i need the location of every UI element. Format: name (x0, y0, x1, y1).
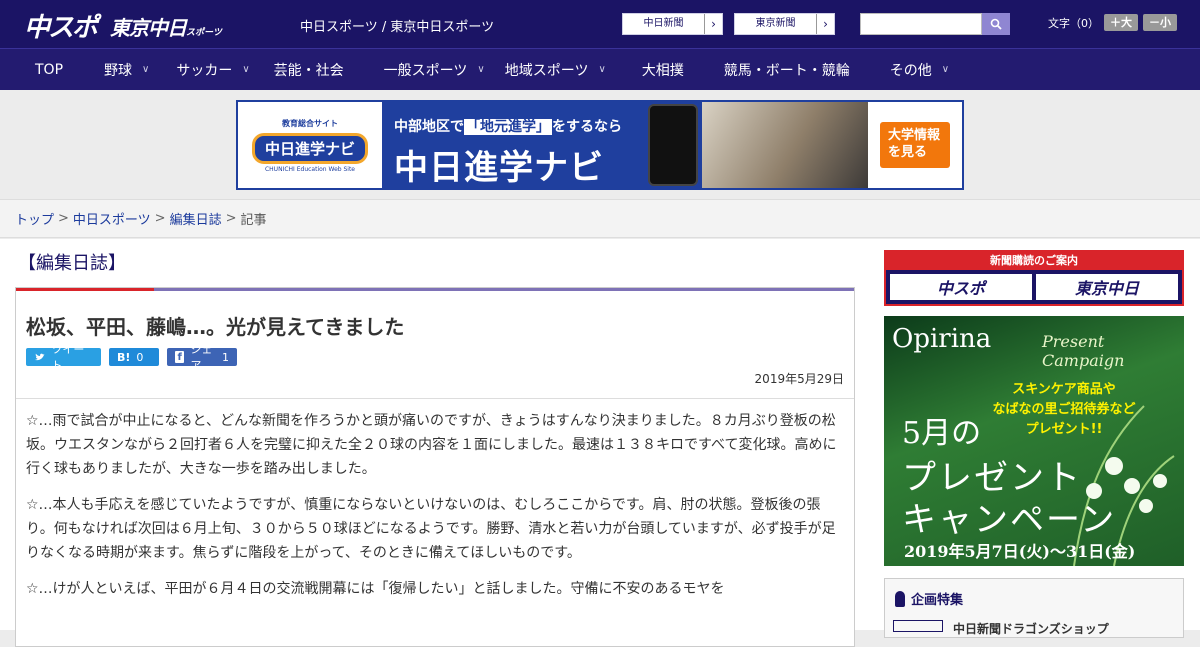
banner-copy: 中部地区で 「地元進学」 をするなら 中日進学ナビ (382, 102, 644, 188)
chevron-down-icon: ∨ (477, 64, 485, 75)
nav-item-baseball[interactable]: 野球 ∨ (104, 49, 149, 91)
tokyo-chunichi-subscribe-logo: 東京中日 (1036, 274, 1178, 300)
students-photo (702, 102, 868, 188)
subscription-header: 新聞購読のご案内 (886, 252, 1182, 270)
tweet-button[interactable]: ツイート (26, 343, 101, 372)
campaign-script: Present Campaign (1042, 332, 1125, 370)
header-bar: 中スポ 東京中日スポーツ 中日スポーツ / 東京中日スポーツ 中日新聞 › 東京… (0, 0, 1200, 48)
facebook-share-button[interactable]: f シェア 1 (167, 343, 237, 372)
chevron-down-icon: ∨ (242, 64, 250, 75)
breadcrumb-top[interactable]: トップ (15, 209, 54, 228)
banner-logo: 教育総合サイト 中日進学ナビ CHUNICHI Education Web Si… (238, 102, 382, 188)
article-date: 2019年5月29日 (754, 372, 844, 386)
campaign-month: 5月の (902, 416, 982, 451)
chevron-down-icon: ∨ (598, 64, 606, 75)
shingaku-navi-banner[interactable]: 教育総合サイト 中日進学ナビ CHUNICHI Education Web Si… (236, 100, 964, 190)
font-smaller-button[interactable]: －小 (1143, 14, 1177, 31)
tokyo-chunichi-logo[interactable]: 東京中日スポーツ (110, 12, 222, 41)
chevron-right-icon: › (704, 14, 722, 34)
breadcrumb: トップ > 中日スポーツ > 編集日誌 > 記事 (0, 200, 1200, 238)
article-rule (16, 288, 854, 291)
banner-area: 教育総合サイト 中日進学ナビ CHUNICHI Education Web Si… (0, 90, 1200, 200)
campaign-lines: スキンケア商品や なばなの里ご招待券など プレゼント!! (992, 382, 1136, 437)
facebook-icon: f (175, 351, 185, 363)
article-paragraph: ☆…けが人といえば、平田が６月４日の交流戦開幕には「復帰したい」と話しました。守… (26, 581, 725, 597)
chevron-right-icon: › (816, 14, 834, 34)
share-buttons: ツイート B! 0 f シェア 1 (26, 343, 854, 372)
article-title: 松坂、平田、藤嶋…。光が見えてきました (26, 315, 405, 339)
nav-item-general-sports[interactable]: 一般スポーツ ∨ (384, 49, 485, 91)
nav-item-other[interactable]: その他 ∨ (890, 49, 949, 91)
campaign-title-2: キャンペーン (902, 500, 1117, 540)
main-nav: TOP 野球 ∨ サッカー ∨ 芸能・社会 一般スポーツ ∨ 地域スポーツ ∨ 大相撲 … (0, 48, 1200, 90)
font-size-control: 文字（0） ＋大 －小 (1048, 14, 1177, 31)
site-logo[interactable]: 中スポ (24, 7, 98, 44)
banner-cta: 大学情報を見る (868, 102, 962, 188)
nav-item-top[interactable]: TOP (35, 49, 63, 91)
nav-item-entertainment[interactable]: 芸能・社会 (274, 49, 344, 91)
search-icon (990, 18, 1002, 30)
feature-item[interactable]: 中日新聞ドラゴンズショップ (893, 620, 1183, 637)
category-heading: 【編集日誌】 (18, 253, 126, 274)
opirina-campaign-ad[interactable]: Opirina Present Campaign スキンケア商品や なばなの里ご… (884, 316, 1184, 566)
article-paragraph: ☆…雨で試合が中止になると、どんな新聞を作ろうかと頭が痛いのですが、きょうはすん… (26, 413, 837, 477)
ribbon-icon (895, 590, 905, 607)
font-larger-button[interactable]: ＋大 (1104, 14, 1138, 31)
feature-thumbnail (893, 620, 943, 632)
tokyo-shimbun-link[interactable]: 東京新聞 › (734, 13, 835, 35)
search-button[interactable] (982, 13, 1010, 35)
feature-title: 企画特集 (911, 593, 964, 608)
nav-item-soccer[interactable]: サッカー ∨ (176, 49, 249, 91)
chevron-down-icon: ∨ (142, 64, 150, 75)
breadcrumb-editorial-diary[interactable]: 編集日誌 (170, 209, 222, 228)
breadcrumb-chunichi-sports[interactable]: 中日スポーツ (73, 209, 151, 228)
nav-item-racing[interactable]: 競馬・ボート・競輪 (724, 49, 850, 91)
link-label: 東京新聞 (755, 18, 796, 29)
hatena-b-icon: B! (117, 350, 131, 364)
chunichi-shimbun-link[interactable]: 中日新聞 › (622, 13, 723, 35)
link-label: 中日新聞 (643, 18, 684, 29)
breadcrumb-current: 記事 (240, 213, 267, 228)
smartphone-image (644, 102, 702, 188)
banner-title: 中日進学ナビ (394, 148, 604, 188)
opirina-brand: Opirina (892, 324, 992, 354)
chuspo-subscribe-logo: 中スポ (890, 274, 1032, 300)
article-body: ☆…雨で試合が中止になると、どんな新聞を作ろうかと頭が痛いのですが、きょうはすん… (16, 398, 854, 613)
subscription-banner[interactable]: 新聞購読のご案内 中スポ 東京中日 (884, 250, 1184, 306)
search-box (860, 13, 1010, 35)
sidebar: 新聞購読のご案内 中スポ 東京中日 Opirina Present Campai… (884, 250, 1184, 638)
search-input[interactable] (860, 13, 982, 35)
chevron-down-icon: ∨ (941, 64, 950, 75)
nav-item-sumo[interactable]: 大相撲 (642, 49, 684, 91)
font-size-label: 文字（0） (1048, 16, 1099, 30)
twitter-bird-icon (34, 353, 45, 361)
nav-item-local-sports[interactable]: 地域スポーツ ∨ (505, 49, 606, 91)
feature-box: 企画特集 中日新聞ドラゴンズショップ (884, 578, 1184, 638)
article: 松坂、平田、藤嶋…。光が見えてきました ツイート B! 0 f シェア 1 20… (15, 287, 855, 647)
hatena-bookmark-button[interactable]: B! 0 (109, 348, 159, 366)
site-names: 中日スポーツ / 東京中日スポーツ (300, 20, 495, 35)
campaign-dates: 2019年5月7日(火)〜31日(金) (904, 542, 1136, 561)
article-paragraph: ☆…本人も手応えを感じていたようですが、慎重にならないといけないのは、むしろここ… (26, 497, 836, 561)
